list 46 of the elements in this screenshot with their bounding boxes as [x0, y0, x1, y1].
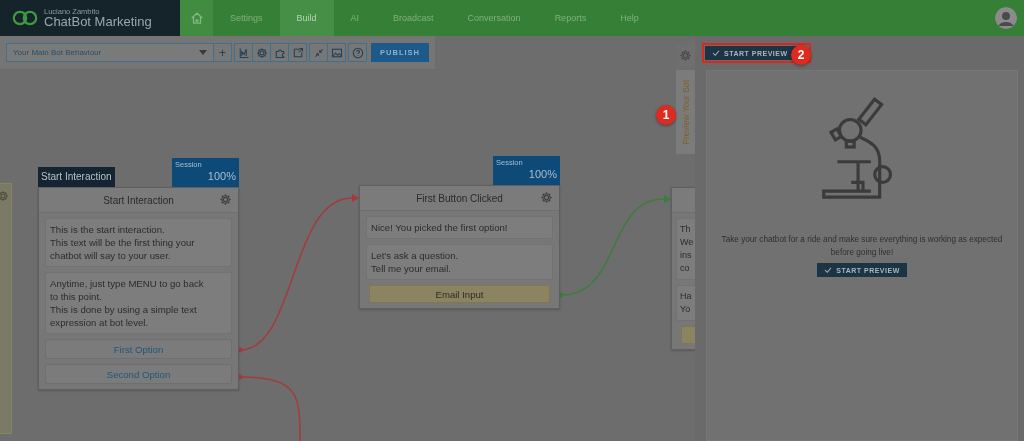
session-value: 100% [206, 170, 236, 182]
gear-icon[interactable] [0, 190, 9, 202]
message-box: Anytime, just type MENU to go back to this point. This is done by using a simple text expression at bot level. [45, 272, 232, 334]
connector-line [237, 374, 301, 441]
home-button[interactable] [180, 0, 213, 36]
behaviour-dropdown[interactable]: Your Main Bot Behaviour [6, 43, 215, 62]
node-title: First Button Clicked [416, 192, 503, 204]
gear-icon[interactable] [219, 193, 232, 206]
nav-tab[interactable]: Reports [537, 0, 604, 36]
message-box: Ha Yo [676, 285, 695, 321]
gear-icon [255, 46, 268, 59]
nav-tab[interactable]: Help [603, 0, 656, 36]
message-box: Let's ask a question. Tell me your email. [366, 244, 553, 280]
node-title: Start Interaction [103, 194, 174, 206]
avatar[interactable] [995, 7, 1017, 29]
message-box: Th We ins co [676, 218, 695, 280]
nav-tab[interactable]: Settings [213, 0, 280, 36]
puzzle-icon [273, 46, 286, 59]
toolbar-button[interactable] [348, 43, 368, 62]
nav-tab[interactable]: Broadcast [376, 0, 451, 36]
toolbar-button[interactable] [327, 43, 347, 62]
gear-icon [679, 48, 692, 62]
check-icon [712, 50, 720, 56]
option-button[interactable]: First Option [45, 339, 232, 359]
export-icon [291, 46, 304, 59]
help-icon [351, 46, 364, 59]
image-icon [330, 46, 343, 59]
check-icon [824, 267, 833, 273]
toolbar-button[interactable] [288, 43, 308, 62]
gear-icon[interactable] [540, 191, 553, 204]
collapse-icon [312, 46, 325, 59]
node-tab[interactable]: Start Interaction [38, 167, 115, 187]
nav-tab[interactable]: Conversation [450, 0, 538, 36]
message-box: This is the start interaction. This text will be the first thing your chatbot will say to your user. [45, 218, 232, 267]
chart-icon [237, 46, 250, 59]
message-box: Nice! You picked the first option! [366, 216, 553, 239]
logo-icon [12, 10, 38, 26]
option-button[interactable]: Second Option [45, 364, 232, 384]
input-block[interactable]: Email Input [369, 285, 550, 303]
preview-tab[interactable]: Preview Your Bot [676, 70, 695, 154]
home-icon [189, 11, 204, 25]
session-value: 100% [527, 168, 557, 180]
brand-name: ChatBot Marketing [44, 15, 152, 29]
nav-tab[interactable]: Build [279, 0, 334, 36]
add-button[interactable]: + [213, 43, 233, 62]
caret-icon [199, 50, 208, 55]
